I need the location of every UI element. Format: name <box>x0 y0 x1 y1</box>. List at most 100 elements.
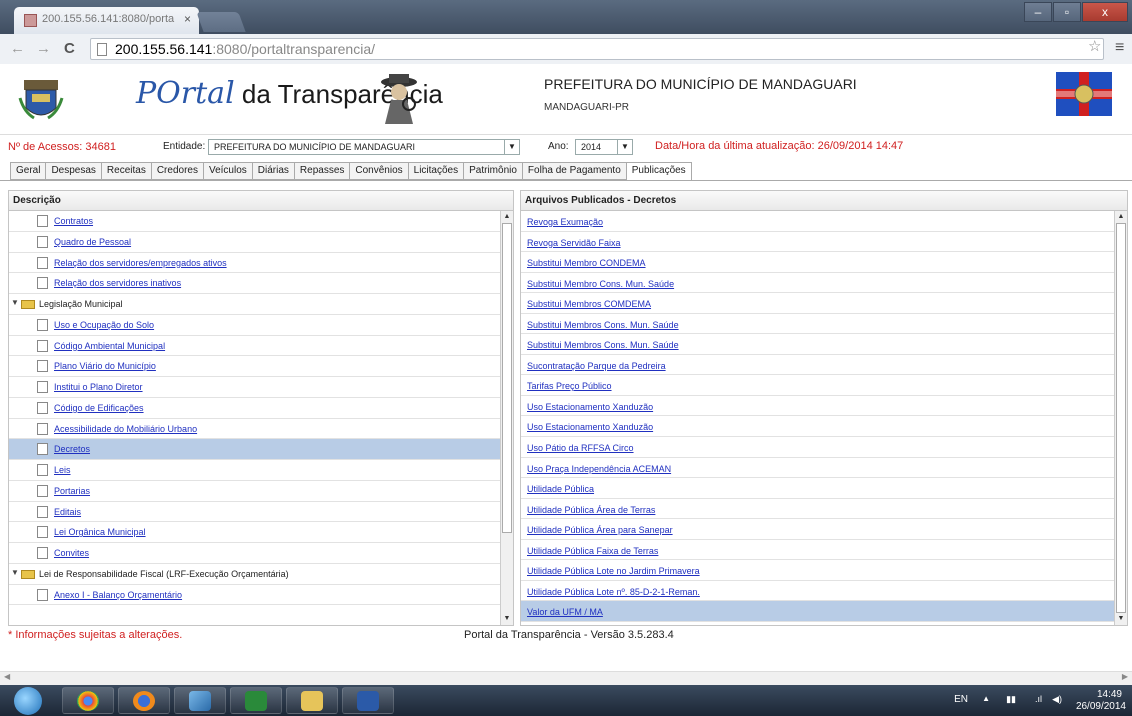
left-scrollbar[interactable]: ▲ ▼ <box>500 211 513 625</box>
file-row[interactable]: Uso Estacionamento Xanduzão <box>521 416 1127 438</box>
file-link[interactable]: Utilidade Pública Área de Terras <box>527 505 655 515</box>
file-link[interactable]: Uso Estacionamento Xanduzão <box>527 422 653 432</box>
tree-item-link[interactable]: Código de Edificações <box>54 403 144 413</box>
taskbar-chrome[interactable] <box>62 687 114 714</box>
back-arrow-icon[interactable]: ← <box>10 40 25 57</box>
file-link[interactable]: Utilidade Pública Lote no Jardim Primave… <box>527 566 700 576</box>
file-link[interactable]: Substitui Membro CONDEMA <box>527 258 646 268</box>
taskbar-explorer[interactable] <box>286 687 338 714</box>
tree-item-row[interactable]: Decretos <box>9 439 513 460</box>
tree-item-row[interactable]: Plano Viário do Município <box>9 356 513 377</box>
tree-item-link[interactable]: Institui o Plano Diretor <box>54 382 143 392</box>
tree-item-row[interactable]: Lei Orgânica Municipal <box>9 522 513 543</box>
file-row[interactable]: Utilidade Pública Área de Terras <box>521 499 1127 520</box>
signal-icon[interactable]: .ıl <box>1035 694 1042 704</box>
taskbar-firefox[interactable] <box>118 687 170 714</box>
tree-item-row[interactable]: Código Ambiental Municipal <box>9 336 513 357</box>
scroll-thumb[interactable] <box>502 223 512 533</box>
bookmark-star-icon[interactable]: ☆ <box>1088 37 1101 55</box>
tree-item-link[interactable]: Editais <box>54 507 81 517</box>
tree-item-row[interactable]: Leis <box>9 460 513 481</box>
tree-item-row[interactable]: Relação dos servidores inativos <box>9 273 513 294</box>
file-link[interactable]: Utilidade Pública Área para Sanepar <box>527 525 673 535</box>
clock-time[interactable]: 14:49 <box>1097 689 1122 700</box>
file-row[interactable]: Substitui Membros COMDEMA <box>521 293 1127 314</box>
tab-folha-de-pagamento[interactable]: Folha de Pagamento <box>521 162 626 180</box>
tree-item-link[interactable]: Convites <box>54 548 89 558</box>
tree-item-row[interactable]: Anexo I - Balanço Orçamentário <box>9 585 513 606</box>
tree-item-row[interactable]: Acessibilidade do Mobiliário Urbano <box>9 419 513 440</box>
file-link[interactable]: Utilidade Pública Faixa de Terras <box>527 546 658 556</box>
reload-icon[interactable]: C <box>64 40 75 57</box>
language-indicator[interactable]: EN <box>954 694 968 705</box>
file-link[interactable]: Substitui Membros Cons. Mun. Saúde <box>527 340 679 350</box>
file-link[interactable]: Uso Praça Independência ACEMAN <box>527 464 671 474</box>
tab-licita-es[interactable]: Licitações <box>407 162 464 180</box>
file-link[interactable]: Substitui Membro Cons. Mun. Saúde <box>527 279 674 289</box>
file-link[interactable]: Substitui Membros Cons. Mun. Saúde <box>527 320 679 330</box>
tree-item-row[interactable]: Quadro de Pessoal <box>9 232 513 253</box>
start-button[interactable] <box>8 687 52 715</box>
taskbar-app[interactable] <box>174 687 226 714</box>
scroll-right-icon[interactable]: ▶ <box>1122 672 1128 681</box>
file-link[interactable]: Uso Pátio da RFFSA Circo <box>527 443 634 453</box>
file-link[interactable]: Revoga Servidão Faixa <box>527 238 621 248</box>
tree-item-link[interactable]: Contratos <box>54 216 93 226</box>
tree-folder-row[interactable]: ▼ Legislação Municipal <box>9 294 513 315</box>
right-scrollbar[interactable]: ▲ ▼ <box>1114 211 1127 625</box>
tree-item-row[interactable]: Contratos <box>9 211 513 232</box>
scroll-up-icon[interactable]: ▲ <box>1115 211 1127 223</box>
taskbar-word[interactable] <box>342 687 394 714</box>
tree-item-link[interactable]: Código Ambiental Municipal <box>54 341 165 351</box>
file-row[interactable]: Utilidade Pública <box>521 478 1127 499</box>
file-link[interactable]: Substitui Membros COMDEMA <box>527 299 651 309</box>
tree-item-row[interactable]: Convites <box>9 543 513 564</box>
tab-credores[interactable]: Credores <box>150 162 203 180</box>
tree-item-row[interactable]: Institui o Plano Diretor <box>9 377 513 398</box>
volume-icon[interactable]: ◀) <box>1052 694 1062 705</box>
file-row[interactable]: Sucontratação Parque da Pedreira <box>521 355 1127 376</box>
tree-item-row[interactable]: Uso e Ocupação do Solo <box>9 315 513 336</box>
file-link[interactable]: Valor da UFM / MA <box>527 607 603 617</box>
browser-menu-icon[interactable]: ≡ <box>1115 39 1124 57</box>
tree-folder-row[interactable]: ▼ Lei de Responsabilidade Fiscal (LRF-Exe… <box>9 564 513 585</box>
tab-close-icon[interactable]: × <box>184 12 191 26</box>
file-link[interactable]: Utilidade Pública <box>527 484 594 494</box>
file-link[interactable]: Utilidade Pública Lote nº. 85-D-2-1-Rema… <box>527 587 700 597</box>
taskbar-excel[interactable] <box>230 687 282 714</box>
tab-ve-culos[interactable]: Veículos <box>202 162 252 180</box>
tree-item-link[interactable]: Portarias <box>54 486 90 496</box>
tree-item-link[interactable]: Anexo I - Balanço Orçamentário <box>54 590 182 600</box>
scroll-down-icon[interactable]: ▼ <box>1115 613 1127 625</box>
clock-date[interactable]: 26/09/2014 <box>1076 701 1126 712</box>
tree-item-link[interactable]: Relação dos servidores/empregados ativos <box>54 258 227 268</box>
file-row[interactable]: Revoga Servidão Faixa <box>521 232 1127 253</box>
file-row[interactable]: Uso Estacionamento Xanduzão <box>521 396 1127 417</box>
file-row[interactable]: Uso Pátio da RFFSA Circo <box>521 437 1127 458</box>
tree-item-row[interactable]: Portarias <box>9 481 513 502</box>
tree-item-link[interactable]: Lei Orgânica Municipal <box>54 527 146 537</box>
tree-item-row[interactable]: Código de Edificações <box>9 398 513 419</box>
file-link[interactable]: Uso Estacionamento Xanduzão <box>527 402 653 412</box>
file-link[interactable]: Tarifas Preço Público <box>527 381 612 391</box>
maximize-button[interactable]: ▫ <box>1053 2 1081 22</box>
tab-geral[interactable]: Geral <box>10 162 46 180</box>
network-icon[interactable]: ▮▮ <box>1006 694 1016 705</box>
file-row[interactable]: Substitui Membros Cons. Mun. Saúde <box>521 334 1127 355</box>
file-link[interactable]: Revoga Exumação <box>527 217 603 227</box>
file-row[interactable]: Tarifas Preço Público <box>521 375 1127 396</box>
close-window-button[interactable]: x <box>1082 2 1128 22</box>
file-row[interactable]: Revoga Exumação <box>521 211 1127 232</box>
file-row[interactable]: Uso Praça Independência ACEMAN <box>521 458 1127 479</box>
tree-item-link[interactable]: Leis <box>54 465 71 475</box>
tab-repasses[interactable]: Repasses <box>293 162 350 180</box>
file-row[interactable]: Valor da UFM / MA <box>521 601 1127 622</box>
tab-publica-es[interactable]: Publicações <box>625 162 692 180</box>
file-row[interactable]: Substitui Membro CONDEMA <box>521 252 1127 273</box>
entidade-select[interactable]: PREFEITURA DO MUNICÍPIO DE MANDAGUARI ▼ <box>208 139 520 155</box>
expand-toggle-icon[interactable]: ▼ <box>11 568 19 577</box>
tree-item-link[interactable]: Decretos <box>54 444 90 454</box>
tab-receitas[interactable]: Receitas <box>100 162 151 180</box>
tab-conv-nios[interactable]: Convênios <box>349 162 408 180</box>
scroll-up-icon[interactable]: ▲ <box>501 211 513 223</box>
